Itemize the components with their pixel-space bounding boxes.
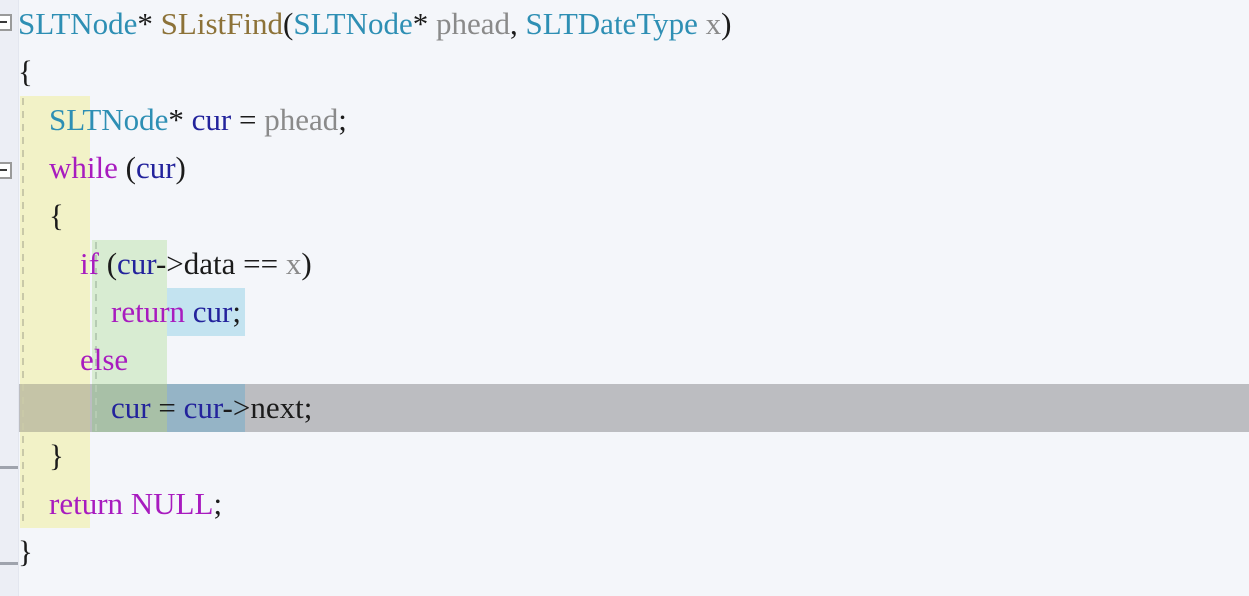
fold-end-marker-while bbox=[0, 466, 18, 469]
fold-end-marker-function bbox=[0, 562, 18, 565]
fold-marker-function[interactable] bbox=[0, 14, 12, 31]
code-token-punctuation: * bbox=[137, 6, 153, 41]
code-token-punctuation: ; bbox=[232, 294, 241, 329]
code-token-punctuation: { bbox=[18, 54, 33, 89]
code-token-type: SLTNode bbox=[49, 102, 169, 137]
code-token-variable: cur bbox=[135, 150, 176, 185]
code-token-punctuation: ; bbox=[338, 102, 347, 137]
code-token-punctuation: } bbox=[18, 534, 33, 569]
code-token-punctuation: ) bbox=[721, 6, 732, 41]
code-line-text: SLTNode* SListFind(SLTNode* phead, SLTDa… bbox=[0, 0, 731, 48]
code-token-variable: cur bbox=[183, 390, 223, 425]
code-token-punctuation: ) bbox=[301, 246, 312, 281]
code-token-variable: cur bbox=[192, 294, 233, 329]
code-token-type: SLTNode bbox=[293, 6, 413, 41]
code-line[interactable]: if (cur->data == x) bbox=[0, 240, 1249, 288]
code-editor[interactable]: SLTNode* SListFind(SLTNode* phead, SLTDa… bbox=[0, 0, 1249, 596]
code-token-punctuation: = bbox=[150, 390, 184, 425]
fold-marker-while[interactable] bbox=[0, 162, 12, 179]
code-line[interactable]: } bbox=[0, 528, 1249, 576]
code-line-text: return NULL; bbox=[0, 480, 222, 528]
code-token-punctuation: { bbox=[49, 198, 64, 233]
code-token-variable: cur bbox=[191, 102, 232, 137]
code-area[interactable]: SLTNode* SListFind(SLTNode* phead, SLTDa… bbox=[0, 0, 1249, 596]
code-token-punctuation: * bbox=[412, 6, 429, 41]
code-line-text: cur = cur->next; bbox=[0, 384, 312, 432]
code-line[interactable]: SLTNode* cur = phead; bbox=[0, 96, 1249, 144]
code-token-punctuation: ; bbox=[213, 486, 223, 521]
code-token-parameter: phead bbox=[436, 6, 511, 41]
code-token-keyword: if bbox=[80, 246, 99, 281]
code-token-punctuation: , bbox=[510, 6, 526, 41]
code-token-keyword: return bbox=[49, 486, 124, 521]
code-token-punctuation: ( bbox=[117, 150, 136, 185]
code-token-parameter: x bbox=[285, 246, 302, 281]
code-token-punctuation: } bbox=[49, 438, 64, 473]
code-token-punctuation: ->data == bbox=[155, 246, 286, 281]
code-line[interactable]: { bbox=[0, 48, 1249, 96]
code-token-keyword: NULL bbox=[130, 486, 214, 521]
code-line[interactable]: else bbox=[0, 336, 1249, 384]
code-token-punctuation: * bbox=[168, 102, 184, 137]
code-token-keyword: while bbox=[49, 150, 118, 185]
code-token-punctuation: = bbox=[231, 102, 265, 137]
code-line[interactable]: } bbox=[0, 432, 1249, 480]
code-token-variable: cur bbox=[117, 246, 156, 281]
code-token-function: SListFind bbox=[160, 6, 283, 41]
code-token-parameter: x bbox=[705, 6, 722, 41]
code-line[interactable]: while (cur) bbox=[0, 144, 1249, 192]
code-token-punctuation: ) bbox=[175, 150, 186, 185]
code-token-type: SLTDateType bbox=[525, 6, 698, 41]
code-line[interactable]: return NULL; bbox=[0, 480, 1249, 528]
code-token-variable: cur bbox=[111, 390, 151, 425]
code-line[interactable]: { bbox=[0, 192, 1249, 240]
editor-gutter[interactable] bbox=[0, 0, 19, 596]
code-token-punctuation: ( bbox=[98, 246, 118, 281]
code-line-text: else bbox=[0, 336, 128, 384]
code-token-keyword: else bbox=[80, 342, 129, 377]
code-token-keyword: return bbox=[111, 294, 186, 329]
code-line-text: return cur; bbox=[0, 288, 241, 336]
code-line-text: while (cur) bbox=[0, 144, 186, 192]
code-line-text: SLTNode* cur = phead; bbox=[0, 96, 347, 144]
code-token-parameter: phead bbox=[264, 102, 339, 137]
code-token-type: SLTNode bbox=[18, 6, 138, 41]
code-line[interactable]: SLTNode* SListFind(SLTNode* phead, SLTDa… bbox=[0, 0, 1249, 48]
code-token-punctuation: ->next; bbox=[222, 390, 313, 425]
code-line-text: if (cur->data == x) bbox=[0, 240, 312, 288]
code-token-punctuation: ( bbox=[283, 6, 294, 41]
code-line[interactable]: return cur; bbox=[0, 288, 1249, 336]
